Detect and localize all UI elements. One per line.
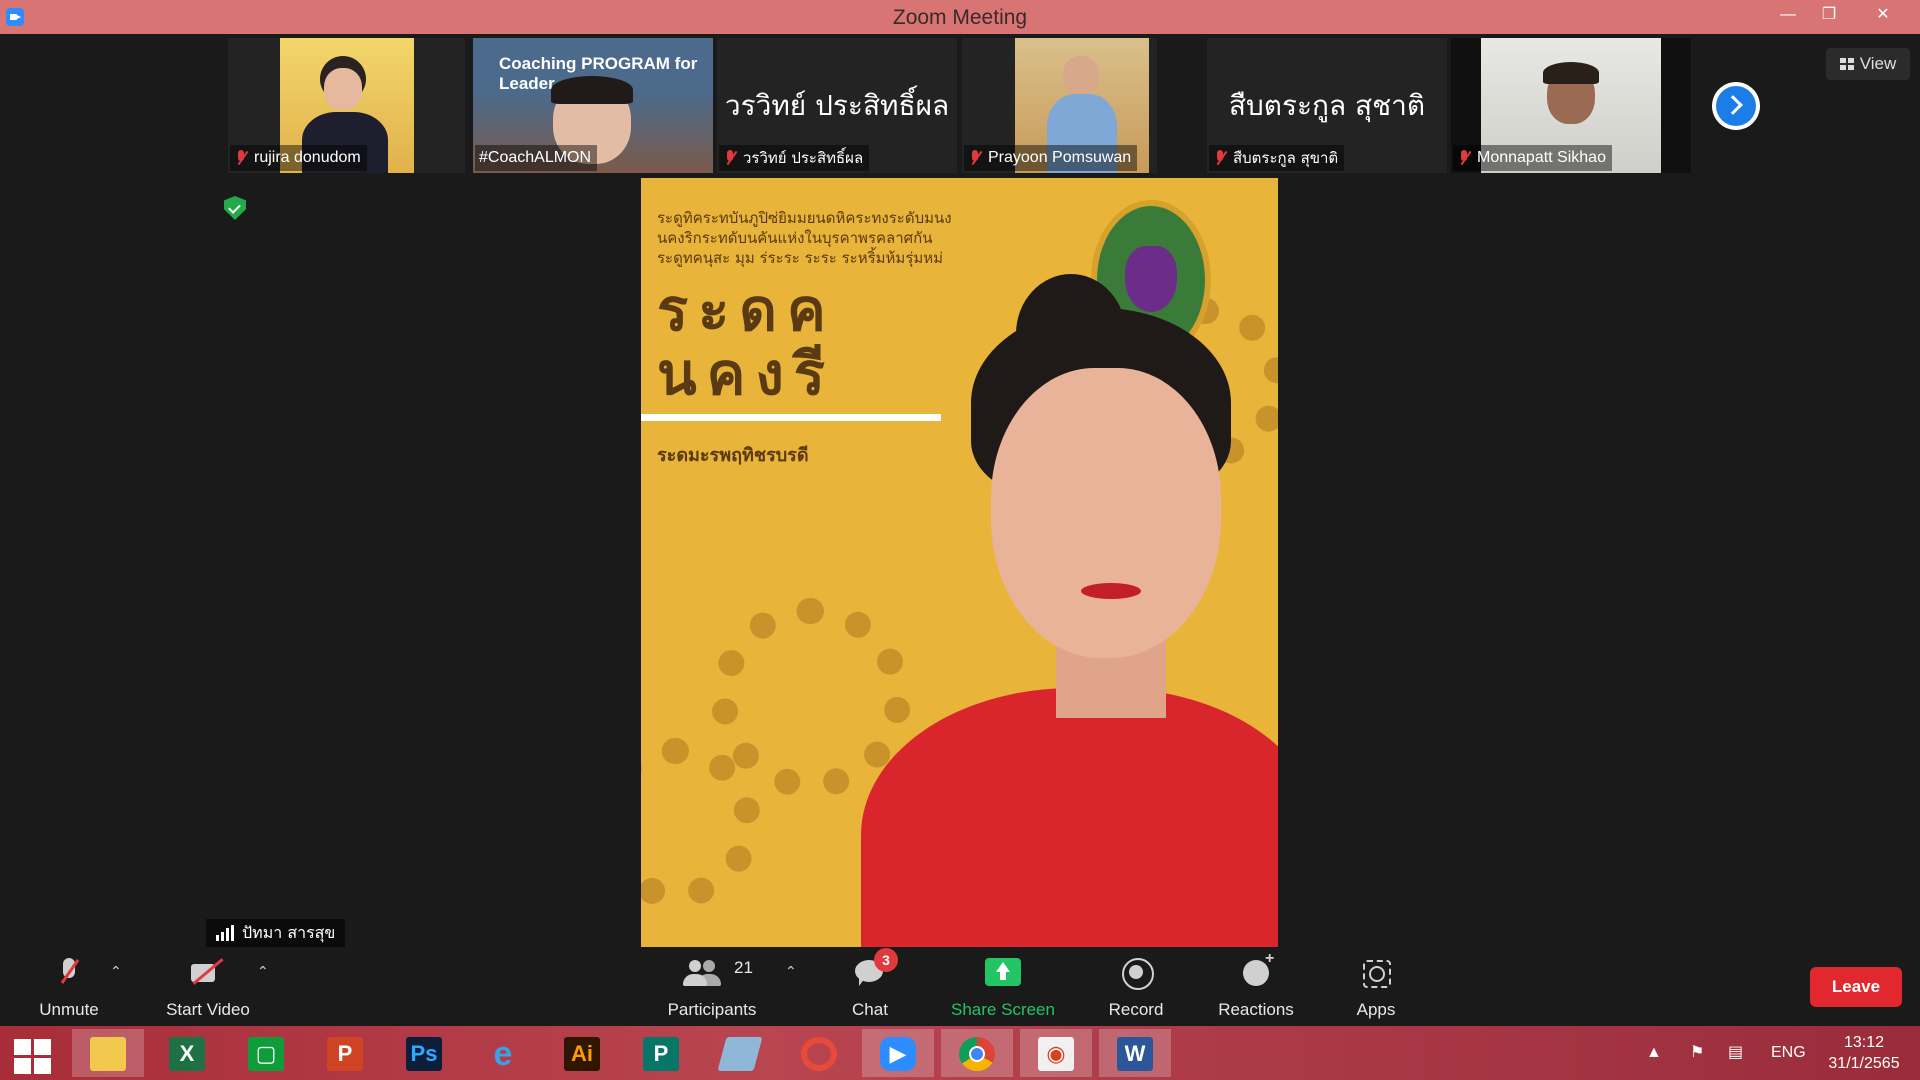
speaker-name-label: ปัทมา สารสุข <box>206 919 346 947</box>
unmute-button[interactable]: Unmute <box>24 948 114 1026</box>
taskbar-excel[interactable]: X <box>151 1029 223 1077</box>
taskbar-internet-explorer[interactable]: e <box>467 1029 539 1077</box>
next-page-button[interactable] <box>1712 82 1760 130</box>
mic-muted-icon <box>1457 149 1471 167</box>
network-icon[interactable]: ▤ <box>1728 1026 1743 1080</box>
apps-icon <box>1359 958 1393 988</box>
taskbar-word[interactable]: W <box>1099 1029 1171 1077</box>
grid-icon <box>1839 58 1854 70</box>
taskbar-file-explorer[interactable] <box>72 1029 144 1077</box>
signal-strength-icon <box>216 925 236 941</box>
participant-display-name: วรวิทย์ ประสิทธิ์ผล <box>724 89 950 122</box>
photoscape-icon <box>801 1037 837 1071</box>
speaker-person <box>841 274 1278 947</box>
taskbar-store[interactable]: ▢ <box>230 1029 302 1077</box>
participant-display-name: สืบตระกูล สุชาติ <box>1228 89 1426 122</box>
start-button[interactable] <box>0 1029 72 1077</box>
mic-muted-icon <box>723 149 737 167</box>
taskbar-office-lens[interactable]: ◉ <box>1020 1029 1092 1077</box>
participant-name-bar: rujira donudom <box>230 145 367 171</box>
participant-name-bar: Prayoon Pomsuwan <box>964 145 1138 171</box>
close-button[interactable]: ✕ <box>1860 0 1906 34</box>
minimize-button[interactable]: — <box>1765 0 1811 34</box>
restore-button[interactable]: ❐ <box>1806 0 1852 34</box>
participant-tile[interactable]: Prayoon Pomsuwan <box>962 38 1157 173</box>
participant-tile[interactable]: Monnapatt Sikhao <box>1451 38 1691 173</box>
record-icon <box>1119 958 1154 990</box>
meeting-toolbar: Unmute ⌃ Start Video ⌃ 21 Participants ⌃… <box>0 948 1920 1026</box>
show-hidden-icons-caret-icon[interactable]: ▲ <box>1646 1026 1662 1080</box>
folder-icon <box>90 1037 126 1071</box>
word-icon: W <box>1117 1037 1153 1071</box>
title-bar: Zoom Meeting — ❐ ✕ <box>0 0 1920 34</box>
windows-taskbar: X ▢ P Ps e Ai P ▶ ◉ W ▲ ⚑ ▤ ENG 13:12 31… <box>0 1026 1920 1080</box>
video-options-caret-icon[interactable]: ⌃ <box>257 963 269 979</box>
illustrator-icon: Ai <box>564 1037 600 1071</box>
leave-button[interactable]: Leave <box>1810 967 1902 1007</box>
system-clock[interactable]: 13:12 31/1/2565 <box>1812 1032 1916 1074</box>
taskbar-notepad[interactable] <box>704 1029 776 1077</box>
chat-button[interactable]: Chat <box>830 948 910 1026</box>
mic-muted-icon <box>968 149 982 167</box>
camera-off-icon <box>191 958 225 988</box>
participant-name-bar: สืบตระกูล สุขาติ <box>1209 145 1345 171</box>
audio-options-caret-icon[interactable]: ⌃ <box>110 963 122 979</box>
share-screen-icon <box>985 958 1021 986</box>
taskbar-photoscape[interactable] <box>783 1029 855 1077</box>
poster-text: ระดูทิคระทบันภูปิซ่ยิมมยนดหิคระทงระดับมน… <box>657 209 952 267</box>
poster-heading: ระดค นคงรี <box>657 276 836 408</box>
poster-subtitle: ระดมะรพฤทิชรบรดี <box>657 445 809 466</box>
taskbar-publisher[interactable]: P <box>625 1029 697 1077</box>
office-lens-icon: ◉ <box>1038 1037 1074 1071</box>
taskbar-chrome[interactable] <box>941 1029 1013 1077</box>
store-icon: ▢ <box>248 1037 284 1071</box>
photoshop-icon: Ps <box>406 1037 442 1071</box>
taskbar-illustrator[interactable]: Ai <box>546 1029 618 1077</box>
chat-unread-badge: 3 <box>874 948 898 972</box>
powerpoint-icon: P <box>327 1037 363 1071</box>
taskbar-powerpoint[interactable]: P <box>309 1029 381 1077</box>
chevron-right-icon <box>1723 95 1743 115</box>
participant-tile[interactable]: Coaching PROGRAM for Leader #CoachALMON <box>473 38 713 173</box>
record-button[interactable]: Record <box>1096 948 1176 1026</box>
participants-icon <box>683 958 717 988</box>
participant-name-bar: Monnapatt Sikhao <box>1453 145 1612 171</box>
view-button[interactable]: View <box>1826 48 1910 80</box>
chrome-icon <box>959 1037 995 1071</box>
participant-name-bar: #CoachALMON <box>475 145 598 171</box>
mic-muted-icon <box>234 149 248 167</box>
mic-muted-icon <box>1213 149 1227 167</box>
reactions-smiley-icon <box>1239 950 1274 988</box>
taskbar-zoom[interactable]: ▶ <box>862 1029 934 1077</box>
windows-logo-icon <box>14 1039 52 1075</box>
notepad-icon <box>717 1037 763 1071</box>
participant-name-bar: วรวิทย์ ประสิทธิ์ผล <box>719 145 870 171</box>
start-video-button[interactable]: Start Video <box>152 948 264 1026</box>
zoom-icon: ▶ <box>880 1037 916 1071</box>
publisher-icon: P <box>643 1037 679 1071</box>
participant-tile[interactable]: วรวิทย์ ประสิทธิ์ผล วรวิทย์ ประสิทธิ์ผล <box>717 38 957 173</box>
input-language-indicator[interactable]: ENG <box>1771 1026 1806 1080</box>
participants-button[interactable]: 21 Participants <box>656 948 768 1026</box>
participants-options-caret-icon[interactable]: ⌃ <box>785 963 797 979</box>
security-shield-icon[interactable] <box>224 196 246 220</box>
internet-explorer-icon: e <box>493 1035 513 1073</box>
action-center-flag-icon[interactable]: ⚑ <box>1690 1026 1704 1080</box>
participant-tile[interactable]: rujira donudom <box>228 38 465 173</box>
share-screen-button[interactable]: Share Screen <box>940 948 1066 1026</box>
reactions-button[interactable]: Reactions <box>1208 948 1304 1026</box>
active-speaker-video: ระดูทิคระทบันภูปิซ่ยิมมยนดหิคระทงระดับมน… <box>641 178 1278 947</box>
apps-button[interactable]: Apps <box>1336 948 1416 1026</box>
window-title: Zoom Meeting <box>892 6 1028 29</box>
excel-icon: X <box>169 1037 205 1071</box>
microphone-muted-icon <box>52 958 86 988</box>
taskbar-photoshop[interactable]: Ps <box>388 1029 460 1077</box>
participant-tile[interactable]: สืบตระกูล สุชาติ สืบตระกูล สุขาติ <box>1207 38 1447 173</box>
